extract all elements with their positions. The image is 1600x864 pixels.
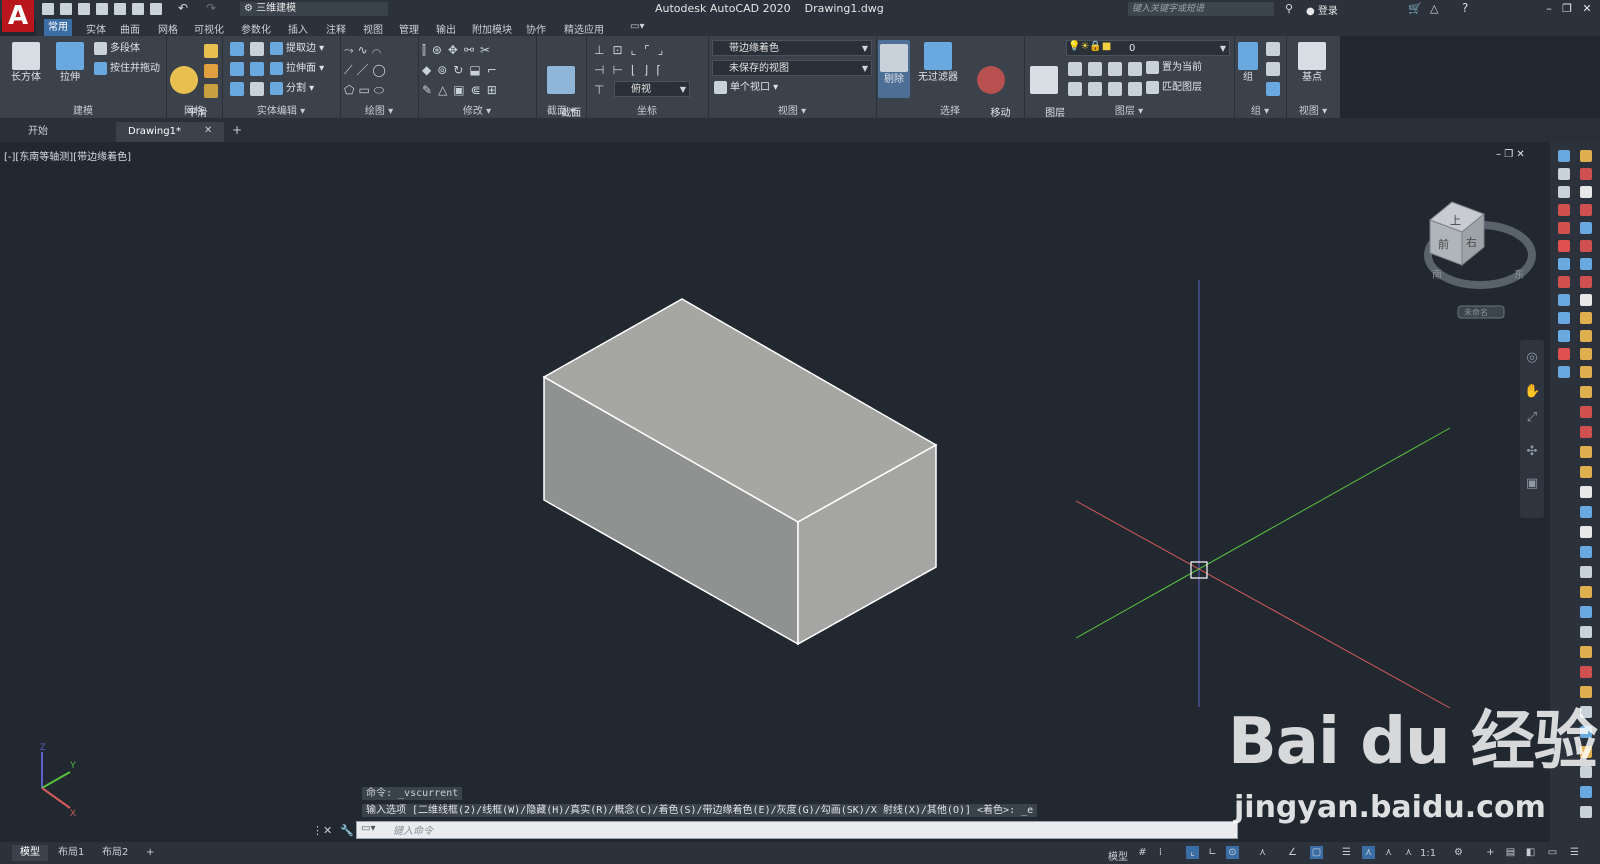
palette-icon-39[interactable] xyxy=(1580,626,1592,638)
palette-icon-10[interactable] xyxy=(1580,222,1592,234)
palette-icon-31[interactable] xyxy=(1580,466,1592,478)
add-layout-button[interactable]: + xyxy=(138,845,162,861)
pan-icon[interactable]: ✋ xyxy=(1524,384,1540,400)
palette-icon-38[interactable] xyxy=(1580,606,1592,618)
palette-icon-22[interactable] xyxy=(1580,330,1592,342)
palette-icon-33[interactable] xyxy=(1580,506,1592,518)
palette-icon-40[interactable] xyxy=(1580,646,1592,658)
hardware-acceleration-icon[interactable]: ▤ xyxy=(1504,846,1517,859)
polar-tracking-icon[interactable]: ⊙ xyxy=(1226,846,1239,859)
plus-icon[interactable]: + xyxy=(1484,846,1497,859)
zoom-extents-icon[interactable]: ⤢ xyxy=(1524,410,1540,426)
palette-icon-47[interactable] xyxy=(1580,786,1592,798)
customization-menu-icon[interactable]: ☰ xyxy=(1568,846,1581,859)
grid-icon[interactable]: # xyxy=(1136,846,1149,859)
annotation-scale-icon[interactable]: ⋏ xyxy=(1402,846,1415,859)
viewcube-east-label: 东 xyxy=(1514,268,1524,281)
snap-icon[interactable]: ⁞ xyxy=(1154,846,1167,859)
palette-icon-25[interactable] xyxy=(1558,366,1570,378)
palette-icon-23[interactable] xyxy=(1558,348,1570,360)
palette-icon-6[interactable] xyxy=(1580,186,1592,198)
palette-icon-26[interactable] xyxy=(1580,366,1592,378)
model-space-toggle[interactable]: 模型 xyxy=(1108,848,1128,863)
palette-icon-18[interactable] xyxy=(1580,294,1592,306)
orbit-icon[interactable]: ✣ xyxy=(1524,444,1540,460)
object-snap-icon[interactable]: ▢ xyxy=(1310,846,1323,859)
palette-icon-5[interactable] xyxy=(1558,186,1570,198)
ucs-y-line xyxy=(41,771,71,789)
annotation-scale-value[interactable]: 1:1 xyxy=(1420,848,1436,859)
palette-icon-1[interactable] xyxy=(1558,150,1570,162)
wcs-menu-label: 未命名 xyxy=(1464,307,1488,317)
palette-icon-2[interactable] xyxy=(1580,150,1592,162)
palette-icon-36[interactable] xyxy=(1580,566,1592,578)
palette-icon-21[interactable] xyxy=(1558,330,1570,342)
dynamic-ucs-icon[interactable]: ⌞ xyxy=(1186,846,1199,859)
palette-icon-13[interactable] xyxy=(1558,258,1570,270)
baidu-watermark-url: jingyan.baidu.com xyxy=(1234,790,1546,825)
palette-icon-29[interactable] xyxy=(1580,426,1592,438)
object-snap-tracking-icon[interactable]: ∠ xyxy=(1286,846,1299,859)
workspace-gear-icon[interactable]: ⚙ xyxy=(1452,846,1465,859)
ucs-x-line xyxy=(41,787,71,809)
palette-icon-14[interactable] xyxy=(1580,258,1592,270)
command-customize-icon[interactable]: 🔧 xyxy=(340,824,354,837)
command-history-line: 命令: _vscurrent xyxy=(362,787,463,800)
palette-icon-37[interactable] xyxy=(1580,586,1592,598)
palette-icon-48[interactable] xyxy=(1580,806,1592,818)
palette-icon-41[interactable] xyxy=(1580,666,1592,678)
command-line: ▭▾ xyxy=(356,821,1238,839)
palette-icon-7[interactable] xyxy=(1558,204,1570,216)
viewcube-front-label: 前 xyxy=(1438,237,1449,251)
isodraft-icon[interactable]: ⋏ xyxy=(1256,846,1269,859)
palette-icon-28[interactable] xyxy=(1580,406,1592,418)
command-close-icon[interactable]: ⋮✕ xyxy=(312,824,332,837)
palette-icon-20[interactable] xyxy=(1580,312,1592,324)
steering-wheel-icon[interactable]: ◎ xyxy=(1524,350,1540,366)
palette-icon-24[interactable] xyxy=(1580,348,1592,360)
lineweight-icon[interactable]: ☰ xyxy=(1340,846,1353,859)
palette-icon-32[interactable] xyxy=(1580,486,1592,498)
clean-screen-icon[interactable]: ▭ xyxy=(1546,846,1559,859)
ucs-y-label: Y xyxy=(70,760,76,770)
baidu-watermark-logo: Bai du 经验 xyxy=(1228,705,1598,779)
tab-layout1[interactable]: 布局1 xyxy=(50,845,92,861)
palette-icon-12[interactable] xyxy=(1580,240,1592,252)
ortho-icon[interactable]: ∟ xyxy=(1206,846,1219,859)
cursor-y-axis xyxy=(1075,427,1451,639)
palette-icon-17[interactable] xyxy=(1558,294,1570,306)
status-bar: 模型 布局1 布局2 + 模型 # ⁞ ⌞ ∟ ⊙ ⋏ ∠ ▢ ☰ ⋏ ⋏ ⋏ … xyxy=(0,842,1600,864)
ucs-z-label: Z xyxy=(40,742,46,752)
viewcube-top-label: 上 xyxy=(1450,214,1461,227)
tab-layout2[interactable]: 布局2 xyxy=(94,845,136,861)
showmotion-icon[interactable]: ▣ xyxy=(1524,476,1540,492)
command-prompt-line: 输入选项 [二维线框(2)/线框(W)/隐藏(H)/真实(R)/概念(C)/着色… xyxy=(362,804,1038,817)
viewcube-south-label: 南 xyxy=(1432,268,1442,281)
palette-icon-8[interactable] xyxy=(1580,204,1592,216)
palette-icon-9[interactable] xyxy=(1558,222,1570,234)
viewcube-right-label: 右 xyxy=(1466,235,1477,249)
palette-icon-30[interactable] xyxy=(1580,446,1592,458)
palette-icon-4[interactable] xyxy=(1580,168,1592,180)
palette-icon-19[interactable] xyxy=(1558,312,1570,324)
tab-model[interactable]: 模型 xyxy=(12,845,48,861)
isolate-objects-icon[interactable]: ◧ xyxy=(1524,846,1537,859)
cursor-x-axis xyxy=(1075,500,1451,709)
recent-commands-icon[interactable]: ▭▾ xyxy=(361,823,375,834)
navigation-bar: ◎ ✋ ⤢ ✣ ▣ xyxy=(1520,340,1544,518)
palette-icon-27[interactable] xyxy=(1580,386,1592,398)
command-input[interactable] xyxy=(391,823,1215,839)
palette-icon-11[interactable] xyxy=(1558,240,1570,252)
palette-icon-3[interactable] xyxy=(1558,168,1570,180)
palette-icon-16[interactable] xyxy=(1580,276,1592,288)
ucs-x-label: X xyxy=(70,808,76,818)
palette-icon-34[interactable] xyxy=(1580,526,1592,538)
palette-icon-15[interactable] xyxy=(1558,276,1570,288)
palette-icon-35[interactable] xyxy=(1580,546,1592,558)
annotation-visibility-icon[interactable]: ⋏ xyxy=(1362,846,1375,859)
auto-scale-icon[interactable]: ⋏ xyxy=(1382,846,1395,859)
